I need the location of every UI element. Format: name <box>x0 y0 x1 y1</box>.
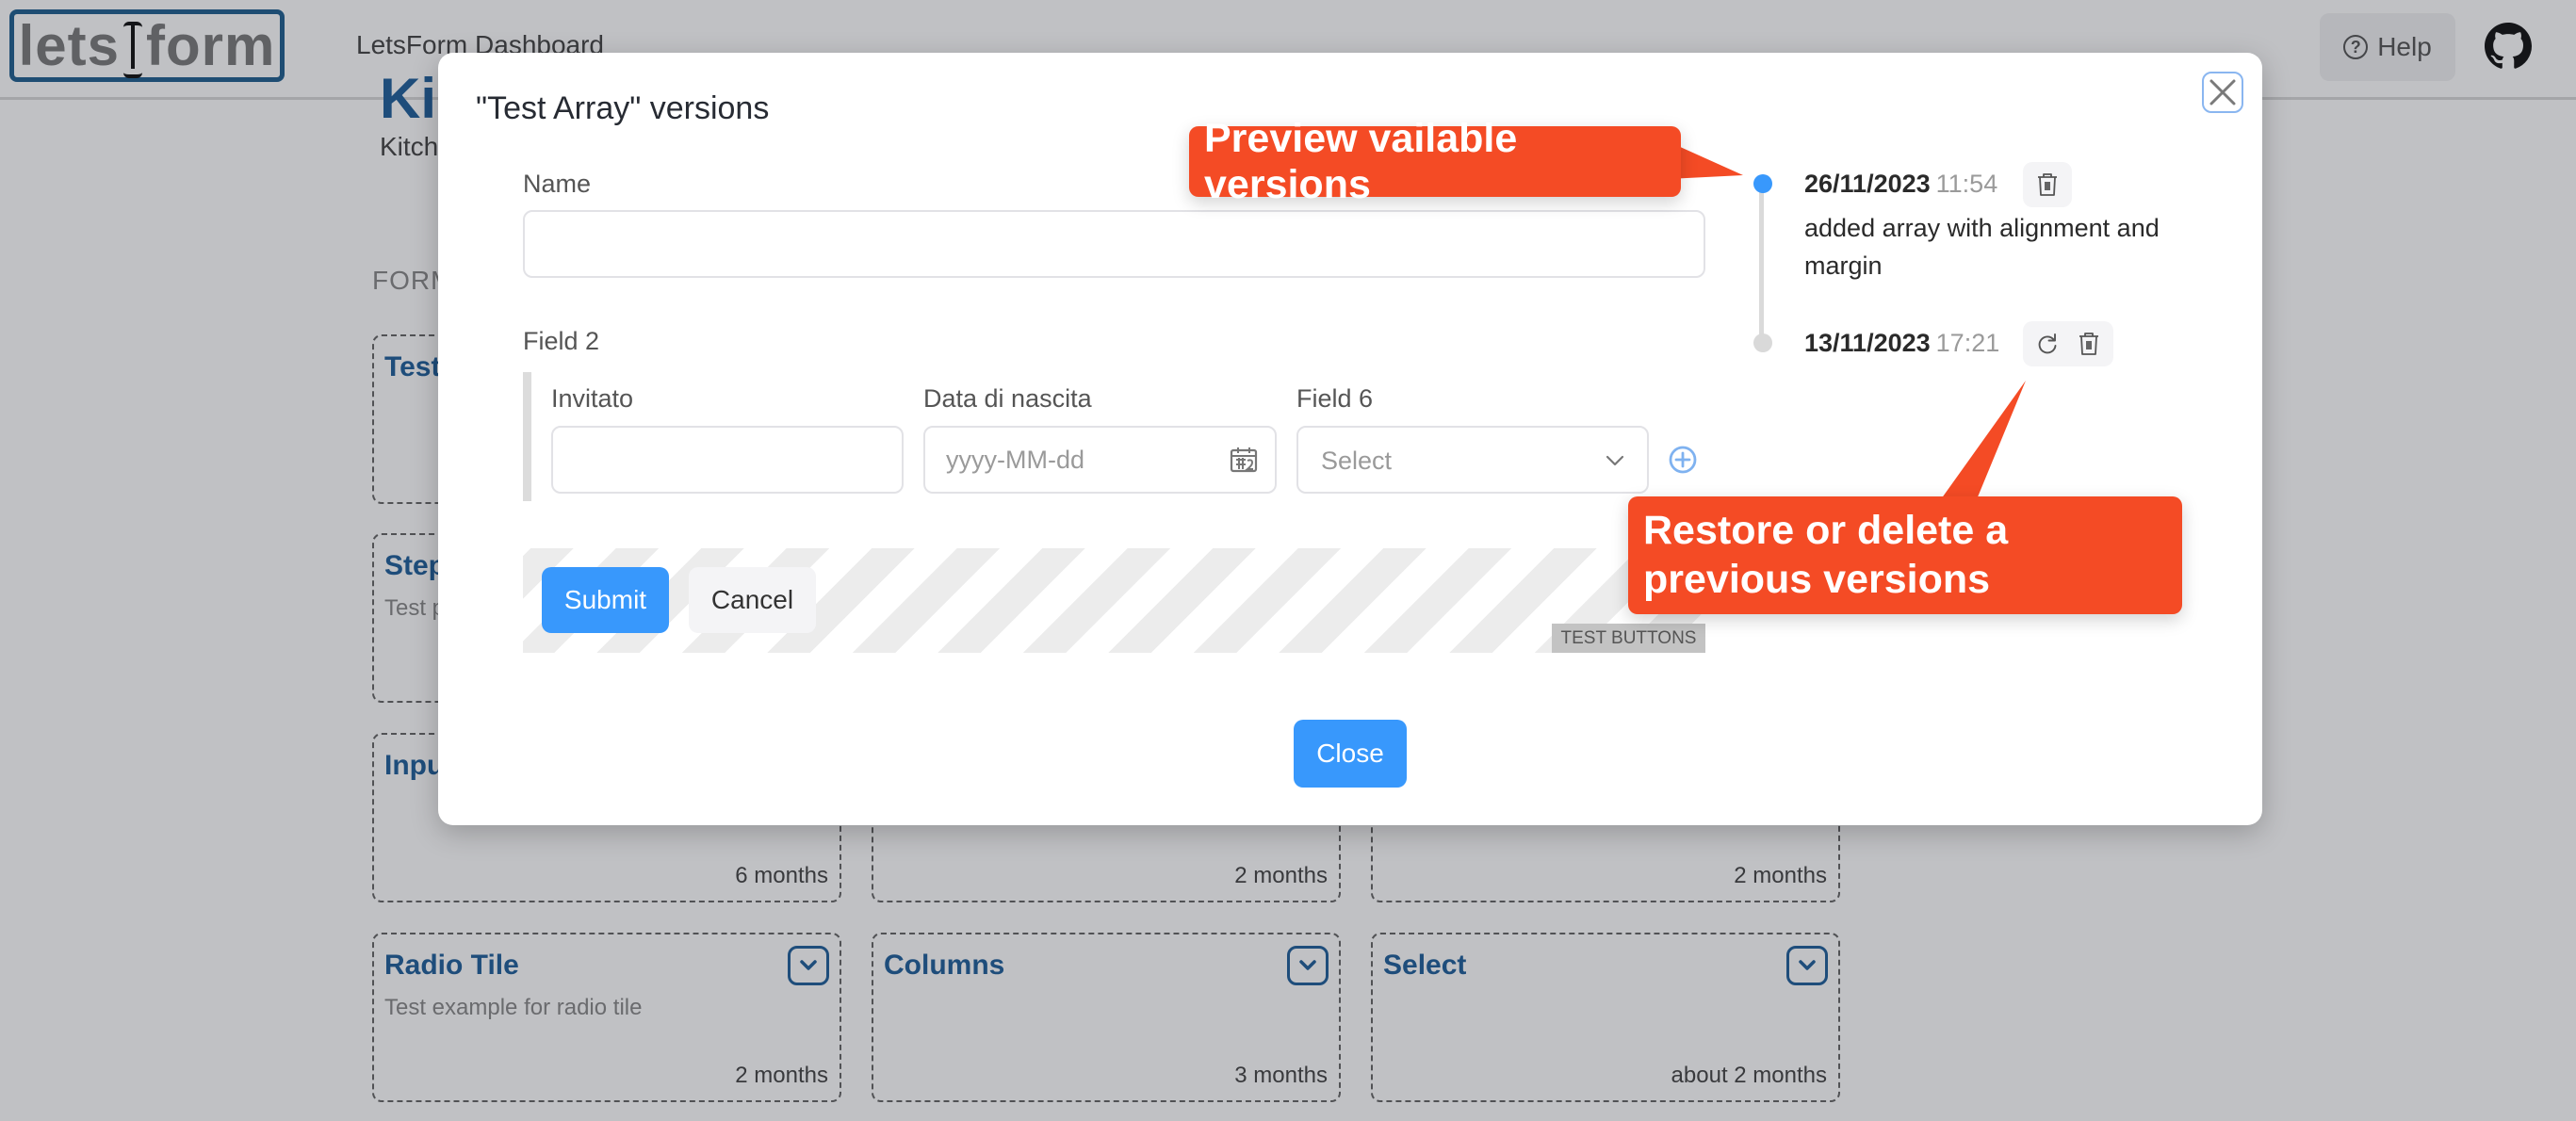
add-row-plus-icon[interactable] <box>1668 445 1698 475</box>
restore-version-button[interactable] <box>2027 323 2068 365</box>
delete-version-button[interactable] <box>2068 323 2110 365</box>
field2-label: Field 2 <box>523 327 600 355</box>
timeline-connector <box>1759 185 1764 343</box>
invitato-input[interactable] <box>551 426 904 494</box>
modal-close-x-button[interactable] <box>2202 72 2243 113</box>
trash-icon <box>2038 173 2057 196</box>
birthdate-label: Data di nascita <box>923 384 1092 413</box>
close-icon <box>2209 79 2236 106</box>
timeline-dot <box>1753 333 1772 352</box>
cancel-button[interactable]: Cancel <box>689 567 816 633</box>
name-input[interactable] <box>523 210 1705 278</box>
version-time: 17:21 <box>1935 329 2000 357</box>
version-item[interactable]: 13/11/2023 17:21 <box>1804 329 1999 358</box>
calendar-icon[interactable] <box>1230 447 1258 473</box>
version-date: 26/11/2023 <box>1804 170 1931 198</box>
chevron-down-icon <box>1606 455 1624 466</box>
timeline-dot-current <box>1753 174 1772 193</box>
submit-button[interactable]: Submit <box>542 567 669 633</box>
field6-select-placeholder: Select <box>1321 447 1393 475</box>
version-date: 13/11/2023 <box>1804 329 1931 357</box>
modal-title: "Test Array" versions <box>476 90 770 126</box>
delete-version-button[interactable] <box>2027 164 2068 205</box>
invitato-label: Invitato <box>551 384 634 413</box>
name-label: Name <box>523 170 592 198</box>
version-time: 11:54 <box>1935 170 1998 198</box>
version-item[interactable]: 26/11/2023 11:54 <box>1804 170 1997 199</box>
version-description: added array with alignment and margin <box>1804 214 2160 280</box>
field6-select[interactable]: Select <box>1296 426 1649 494</box>
birthdate-field[interactable] <box>923 426 1277 494</box>
test-buttons-area: Submit Cancel TEST BUTTONS <box>523 548 1705 653</box>
close-button[interactable]: Close <box>1294 720 1407 788</box>
version-actions <box>2023 321 2113 366</box>
field6-label: Field 6 <box>1296 384 1374 413</box>
trash-icon <box>2079 333 2098 355</box>
array-group-indicator <box>523 372 531 501</box>
test-buttons-badge: TEST BUTTONS <box>1552 624 1705 653</box>
restore-icon <box>2038 333 2057 354</box>
preview-versions-callout: Preview vailable versions <box>1189 116 1681 207</box>
birthdate-input[interactable] <box>923 426 1277 494</box>
restore-delete-callout: Restore or delete a previous versions <box>1628 496 2182 614</box>
version-actions <box>2023 162 2072 207</box>
